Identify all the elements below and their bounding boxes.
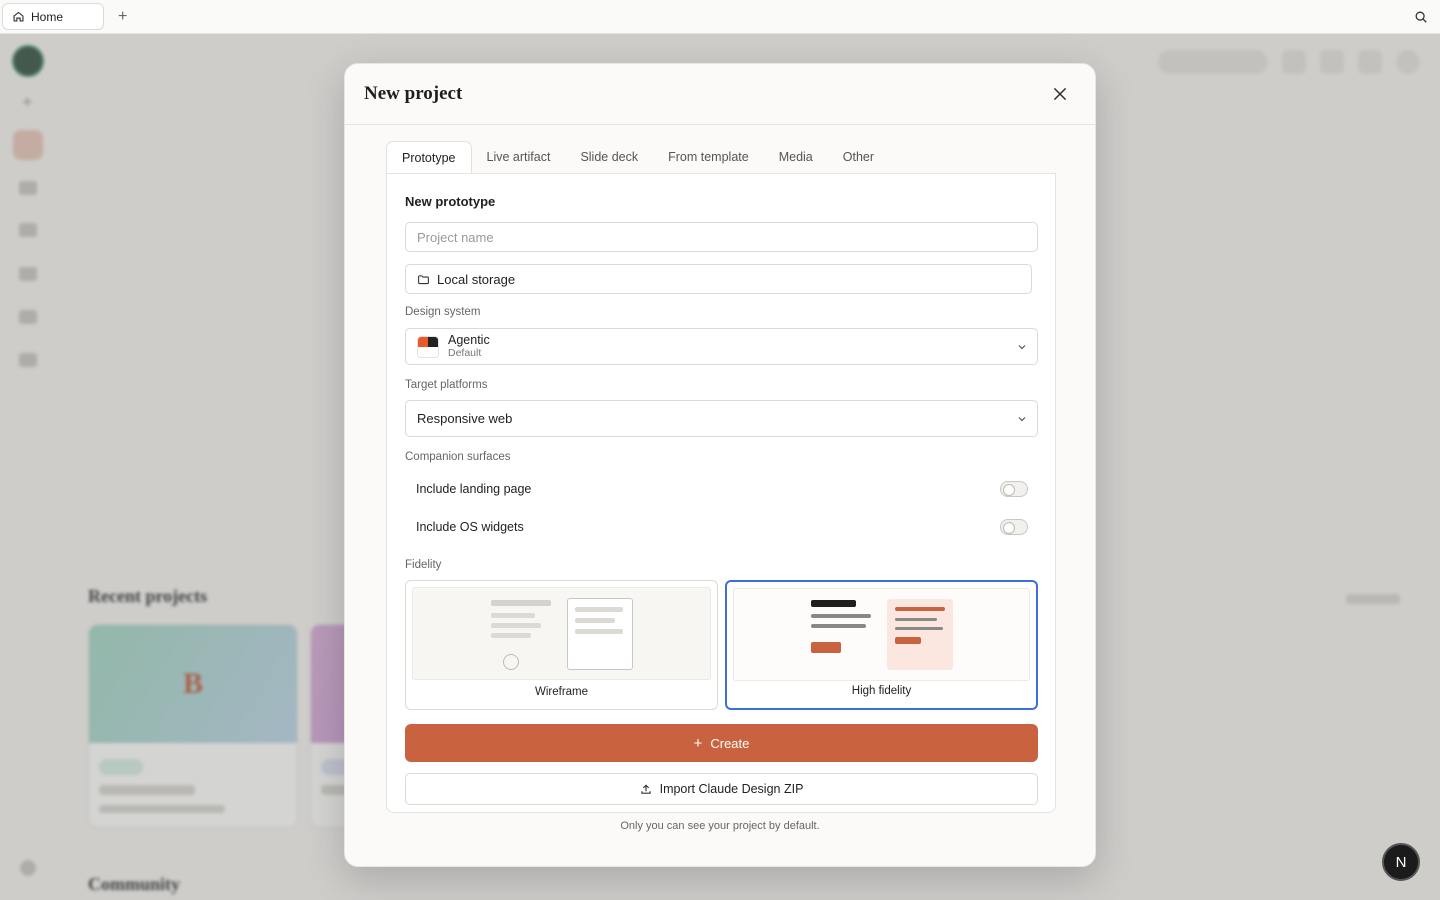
prototype-panel: New prototype Local storage Design syste… [386,173,1056,813]
fidelity-label: Fidelity [405,559,442,571]
design-system-subtitle: Default [448,347,482,359]
plus-icon: + [693,734,703,752]
chevron-down-icon [1018,345,1026,350]
assistant-button[interactable]: N [1382,843,1420,881]
tab-prototype[interactable]: Prototype [386,141,472,174]
close-icon[interactable] [1051,85,1069,103]
target-platforms-label: Target platforms [405,379,488,391]
tab-other[interactable]: Other [828,141,889,174]
search-icon[interactable] [1414,10,1428,24]
import-label: Import Claude Design ZIP [659,782,804,796]
design-system-select[interactable]: Agentic Default [405,328,1038,365]
os-widgets-row: Include OS widgets [416,519,1028,535]
tab-home[interactable]: Home [2,3,104,30]
design-system-label: Design system [405,306,481,318]
fidelity-high-option[interactable]: High fidelity [725,580,1038,710]
target-platforms-select[interactable]: Responsive web [405,400,1038,437]
target-platforms-value: Responsive web [417,411,513,426]
import-zip-button[interactable]: Import Claude Design ZIP [405,773,1038,805]
dialog-header: New project [345,64,1095,125]
storage-selector[interactable]: Local storage [405,264,1032,294]
fidelity-wireframe-option[interactable]: Wireframe [405,580,718,710]
new-tab-button[interactable]: + [118,8,127,26]
tab-media[interactable]: Media [764,141,828,174]
folder-icon [418,274,429,284]
home-icon [13,11,24,22]
design-system-name: Agentic [448,333,490,347]
design-system-swatch [417,335,439,358]
wireframe-label: Wireframe [534,686,589,698]
chevron-down-icon [1018,417,1026,422]
dialog-title: New project [364,83,463,104]
wireframe-card [567,598,633,670]
landing-page-row: Include landing page [416,481,1028,497]
privacy-footnote: Only you can see your project by default… [620,820,820,832]
tab-from-template[interactable]: From template [653,141,764,174]
companion-surfaces-label: Companion surfaces [405,451,511,463]
browser-tab-bar: Home + [0,0,1440,34]
os-widgets-toggle[interactable] [1000,519,1028,535]
create-button[interactable]: + Create [405,724,1038,762]
landing-page-toggle[interactable] [1000,481,1028,497]
storage-label: Local storage [437,271,516,287]
high-fidelity-label: High fidelity [851,685,912,697]
project-name-field [405,222,1038,252]
tab-live-artifact[interactable]: Live artifact [472,141,566,174]
project-type-tabs: Prototype Live artifact Slide deck From … [386,141,889,174]
tab-home-label: Home [31,9,64,24]
project-name-input[interactable] [417,229,1037,245]
os-widgets-label: Include OS widgets [416,520,524,534]
wireframe-preview [412,587,711,680]
section-title: New prototype [405,194,496,209]
upload-icon [640,784,651,794]
tab-slide-deck[interactable]: Slide deck [565,141,653,174]
new-project-dialog: New project Prototype Live artifact Slid… [344,63,1096,867]
wireframe-circle [503,654,519,670]
create-label: Create [710,735,750,751]
landing-page-label: Include landing page [416,482,532,496]
high-fidelity-preview [733,588,1030,681]
high-fidelity-card [887,599,953,670]
